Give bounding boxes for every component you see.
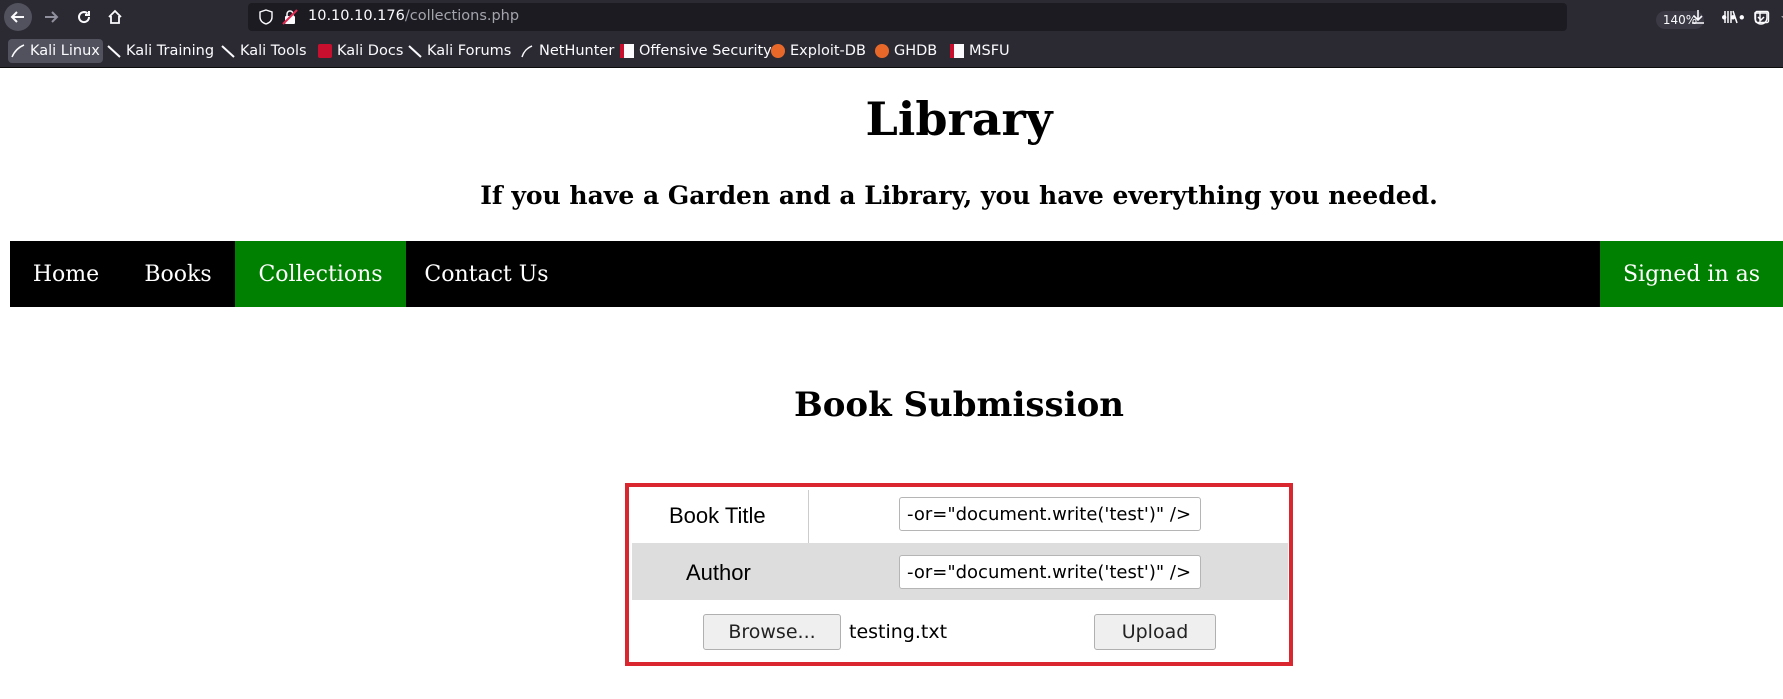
- bookmark-label: GHDB: [894, 43, 938, 59]
- upload-button[interactable]: Upload: [1094, 614, 1216, 650]
- kali-dragon-icon: [408, 44, 422, 58]
- bookmark-kali-docs[interactable]: Kali Docs: [315, 39, 406, 63]
- bookmark-msfu[interactable]: MSFU: [947, 39, 1013, 63]
- bookmark-label: Kali Training: [126, 43, 215, 59]
- main-navbar: Home Books Collections Contact Us Signed…: [10, 241, 1783, 307]
- bookmark-label: Kali Docs: [337, 43, 404, 59]
- downloads-icon[interactable]: [1688, 7, 1708, 27]
- msfu-icon: [950, 44, 964, 58]
- address-bar[interactable]: 10.10.10.176/collections.php 140% ••• ☆: [248, 3, 1783, 31]
- offsec-icon: [620, 44, 634, 58]
- bookmark-exploit-db[interactable]: Exploit-DB: [768, 39, 869, 63]
- author-input-value: -or="document.write('test')" />: [907, 561, 1192, 583]
- section-title: Book Submission: [793, 385, 1125, 425]
- bookmark-star-icon[interactable]: ☆: [1778, 9, 1783, 27]
- book-title-input-value: -or="document.write('test')" />: [907, 503, 1192, 525]
- bookmark-kali-tools[interactable]: Kali Tools: [218, 39, 310, 63]
- selected-file-name: testing.txt: [849, 621, 948, 643]
- bookmark-kali-forums[interactable]: Kali Forums: [405, 39, 514, 63]
- bookmark-label: Kali Tools: [240, 43, 307, 59]
- home-icon[interactable]: [101, 3, 129, 31]
- bookmarks-bar: Kali Linux Kali Training Kali Tools Kali…: [0, 34, 1783, 68]
- kali-dragon-icon: [221, 44, 235, 58]
- book-title-input[interactable]: -or="document.write('test')" />: [899, 497, 1201, 531]
- url-text[interactable]: 10.10.10.176/collections.php: [308, 8, 519, 24]
- author-input[interactable]: -or="document.write('test')" />: [899, 555, 1201, 589]
- ghdb-icon: [875, 44, 889, 58]
- nav-collections[interactable]: Collections: [235, 241, 406, 307]
- author-label: Author: [686, 560, 751, 585]
- bookmark-nethunter[interactable]: NetHunter: [517, 39, 617, 63]
- bookmark-label: Exploit-DB: [790, 43, 866, 59]
- bookmark-kali-training[interactable]: Kali Training: [104, 39, 217, 63]
- nav-contact-us[interactable]: Contact Us: [406, 241, 567, 307]
- url-path: /collections.php: [404, 8, 520, 24]
- bookmark-label: MSFU: [969, 43, 1010, 59]
- nav-books[interactable]: Books: [122, 241, 234, 307]
- bookmark-kali-linux[interactable]: Kali Linux: [8, 39, 103, 63]
- sidebar-icon[interactable]: [1752, 7, 1772, 27]
- bookmark-label: Kali Forums: [427, 43, 512, 59]
- bookmark-label: Kali Linux: [30, 43, 100, 59]
- reload-icon[interactable]: [70, 3, 98, 31]
- shield-icon[interactable]: [258, 9, 274, 25]
- cell-divider: [808, 490, 809, 543]
- bookmark-offensive-security[interactable]: Offensive Security: [617, 39, 775, 63]
- back-arrow-icon[interactable]: [4, 3, 32, 31]
- page-subtitle: If you have a Garden and a Library, you …: [480, 181, 1438, 210]
- forward-arrow-icon[interactable]: [37, 3, 65, 31]
- library-icon[interactable]: [1721, 7, 1741, 27]
- url-host: 10.10.10.176: [308, 8, 405, 24]
- nav-signed-in[interactable]: Signed in as: [1600, 241, 1783, 307]
- nethunter-icon: [520, 44, 534, 58]
- kali-docs-icon: [318, 44, 332, 58]
- bookmark-label: Offensive Security: [639, 43, 772, 59]
- bookmark-label: NetHunter: [539, 43, 615, 59]
- kali-dragon-icon: [107, 44, 121, 58]
- book-title-label: Book Title: [669, 503, 766, 528]
- insecure-lock-icon[interactable]: [282, 9, 298, 25]
- browser-toolbar: 10.10.10.176/collections.php 140% ••• ☆: [0, 0, 1783, 34]
- kali-dragon-icon: [11, 44, 25, 58]
- browse-button[interactable]: Browse...: [703, 614, 841, 650]
- nav-home[interactable]: Home: [10, 241, 122, 307]
- exploit-db-icon: [771, 44, 785, 58]
- page-title: Library: [865, 92, 1053, 146]
- bookmark-ghdb[interactable]: GHDB: [872, 39, 940, 63]
